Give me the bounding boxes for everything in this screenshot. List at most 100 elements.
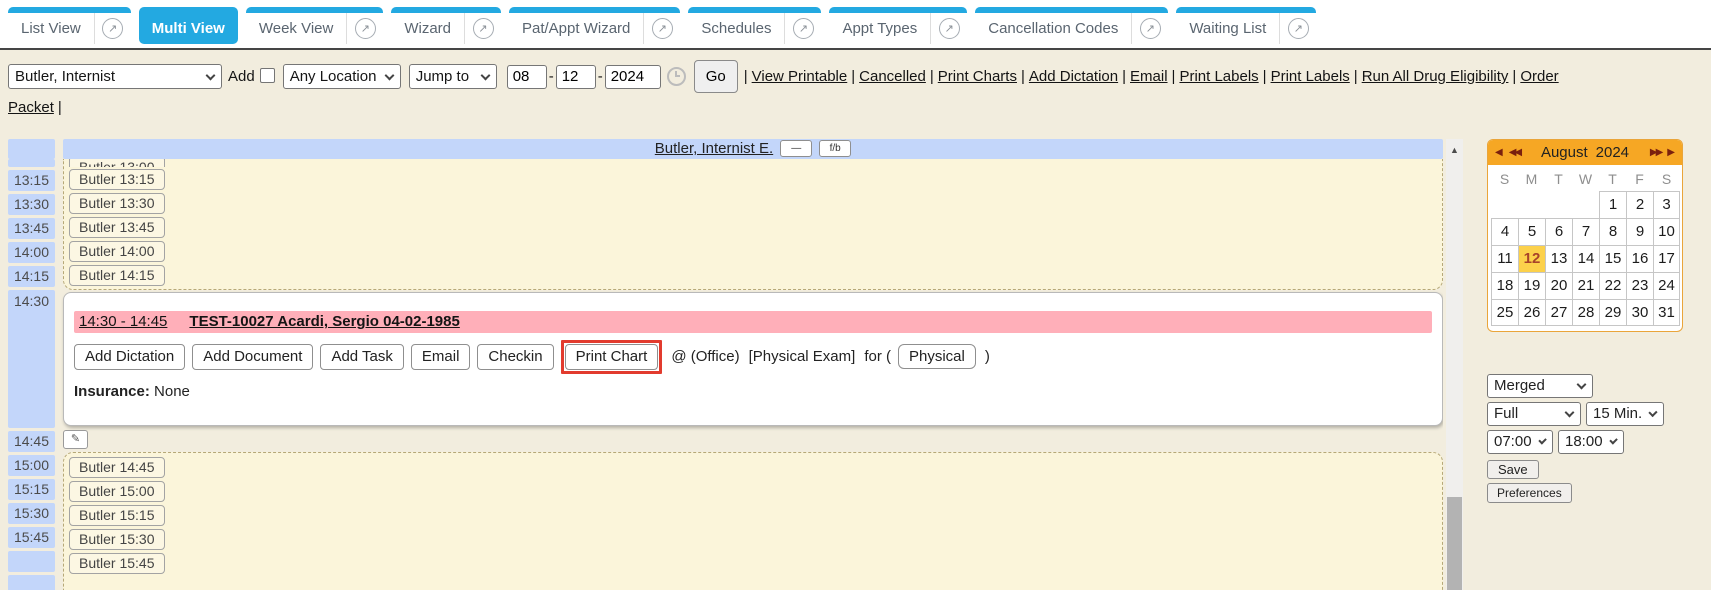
calendar-date[interactable]: 5	[1518, 218, 1545, 245]
minimize-column-button[interactable]: —	[780, 140, 812, 157]
slot-button[interactable]: Butler 15:00	[69, 481, 165, 502]
open-in-new-window-button[interactable]: ↗	[465, 13, 501, 44]
slot-button[interactable]: Butler 13:30	[69, 193, 165, 214]
calendar-date[interactable]: 23	[1626, 272, 1653, 299]
provider-select[interactable]: Butler, Internist	[8, 64, 222, 89]
calendar-date[interactable]: 17	[1653, 245, 1680, 272]
tab[interactable]: Multi View ↗	[139, 7, 238, 44]
day-input[interactable]	[556, 65, 596, 89]
calendar-date[interactable]: 21	[1572, 272, 1599, 299]
end-time-select[interactable]: 18:00	[1558, 430, 1624, 454]
toolbar-link[interactable]: View Printable	[752, 68, 848, 85]
calendar-date[interactable]: 12	[1518, 245, 1545, 272]
appointment-type-button[interactable]: Physical	[898, 344, 976, 369]
slot-button[interactable]: Butler 13:00	[69, 159, 165, 167]
calendar-date[interactable]: 8	[1599, 218, 1626, 245]
calendar-date[interactable]: 1	[1599, 191, 1626, 218]
calendar-date[interactable]: 16	[1626, 245, 1653, 272]
calendar-date[interactable]: 11	[1491, 245, 1518, 272]
slot-button[interactable]: Butler 15:30	[69, 529, 165, 550]
toolbar-link[interactable]: Print Labels	[1179, 68, 1258, 85]
toolbar-link[interactable]: Add Dictation	[1029, 68, 1118, 85]
tab[interactable]: Week View ↗	[246, 7, 383, 44]
edit-pencil-icon[interactable]: ✎	[63, 430, 88, 449]
open-in-new-window-button[interactable]: ↗	[785, 13, 821, 44]
toolbar-link[interactable]: Print Charts	[938, 68, 1017, 85]
calendar-date[interactable]: 3	[1653, 191, 1680, 218]
slot-button[interactable]: Butler 14:00	[69, 241, 165, 262]
calendar-date[interactable]: 6	[1545, 218, 1572, 245]
next-month-icon[interactable]: ▶	[1667, 147, 1675, 158]
tab[interactable]: Wizard ↗	[391, 7, 501, 44]
location-select[interactable]: Any Location	[283, 64, 401, 89]
calendar-date[interactable]	[1491, 191, 1518, 218]
calendar-date[interactable]: 20	[1545, 272, 1572, 299]
open-in-new-window-button[interactable]: ↗	[931, 13, 967, 44]
jump-to-select[interactable]: Jump to	[409, 64, 497, 89]
go-button[interactable]: Go	[694, 60, 738, 93]
tab[interactable]: Waiting List ↗	[1176, 7, 1316, 44]
open-in-new-window-button[interactable]: ↗	[644, 13, 680, 44]
slot-button[interactable]: Butler 13:45	[69, 217, 165, 238]
provider-header-link[interactable]: Butler, Internist E.	[655, 140, 773, 157]
tab[interactable]: List View ↗	[8, 7, 131, 44]
appointment-action-button[interactable]: Email	[411, 344, 471, 370]
next-year-icon[interactable]: ▶▶	[1650, 147, 1661, 158]
slot-button[interactable]: Butler 14:15	[69, 265, 165, 286]
calendar-date[interactable]: 7	[1572, 218, 1599, 245]
calendar-date[interactable]: 15	[1599, 245, 1626, 272]
calendar-date[interactable]	[1518, 191, 1545, 218]
prev-year-icon[interactable]: ◀◀	[1509, 147, 1520, 158]
patient-link[interactable]: TEST-10027 Acardi, Sergio 04-02-1985	[189, 313, 459, 330]
save-button[interactable]: Save	[1487, 460, 1539, 479]
year-input[interactable]	[605, 65, 661, 89]
prev-month-icon[interactable]: ◀	[1495, 147, 1503, 158]
open-in-new-window-button[interactable]: ↗	[1132, 13, 1168, 44]
calendar-date[interactable]: 31	[1653, 299, 1680, 326]
view-mode-select[interactable]: Merged	[1487, 374, 1593, 398]
calendar-date[interactable]: 24	[1653, 272, 1680, 299]
calendar-date[interactable]: 10	[1653, 218, 1680, 245]
calendar-date[interactable]: 4	[1491, 218, 1518, 245]
calendar-date[interactable]	[1572, 191, 1599, 218]
start-time-select[interactable]: 07:00	[1487, 430, 1553, 454]
slot-button[interactable]: Butler 15:15	[69, 505, 165, 526]
calendar-date[interactable]: 18	[1491, 272, 1518, 299]
calendar-date[interactable]: 14	[1572, 245, 1599, 272]
calendar-date[interactable]: 29	[1599, 299, 1626, 326]
open-in-new-window-button[interactable]: ↗	[1280, 13, 1316, 44]
calendar-date[interactable]: 30	[1626, 299, 1653, 326]
calendar-date[interactable]: 9	[1626, 218, 1653, 245]
calendar-date[interactable]: 13	[1545, 245, 1572, 272]
vertical-scrollbar[interactable]: ▲	[1446, 139, 1463, 590]
appointment-action-button[interactable]: Add Task	[320, 344, 403, 370]
slot-button[interactable]: Butler 13:15	[69, 169, 165, 190]
appointment-action-button[interactable]: Add Dictation	[74, 344, 185, 370]
tab[interactable]: Appt Types ↗	[829, 7, 967, 44]
calendar-date[interactable]: 27	[1545, 299, 1572, 326]
add-checkbox[interactable]	[260, 68, 275, 83]
calendar-date[interactable]: 25	[1491, 299, 1518, 326]
slot-button[interactable]: Butler 15:45	[69, 553, 165, 574]
calendar-date[interactable]	[1545, 191, 1572, 218]
tab[interactable]: Pat/Appt Wizard ↗	[509, 7, 680, 44]
fb-button[interactable]: f/b	[819, 140, 851, 157]
preferences-button[interactable]: Preferences	[1487, 483, 1572, 503]
interval-select[interactable]: 15 Min.	[1586, 402, 1664, 426]
toolbar-link[interactable]: Run All Drug Eligibility	[1362, 68, 1509, 85]
appointment-time-link[interactable]: 14:30 - 14:45	[79, 313, 167, 330]
print-chart-button[interactable]: Print Chart	[565, 344, 659, 370]
calendar-date[interactable]: 26	[1518, 299, 1545, 326]
tab[interactable]: Cancellation Codes ↗	[975, 7, 1168, 44]
calendar-date[interactable]: 28	[1572, 299, 1599, 326]
size-select[interactable]: Full	[1487, 402, 1581, 426]
calendar-date[interactable]: 2	[1626, 191, 1653, 218]
tab[interactable]: Schedules ↗	[688, 7, 821, 44]
toolbar-link[interactable]: Email	[1130, 68, 1168, 85]
appointment-action-button[interactable]: Checkin	[477, 344, 553, 370]
appointment-action-button[interactable]: Add Document	[192, 344, 313, 370]
calendar-date[interactable]: 19	[1518, 272, 1545, 299]
open-in-new-window-button[interactable]: ↗	[95, 13, 131, 44]
scroll-up-icon[interactable]: ▲	[1446, 139, 1463, 155]
toolbar-link[interactable]: Cancelled	[859, 68, 926, 85]
